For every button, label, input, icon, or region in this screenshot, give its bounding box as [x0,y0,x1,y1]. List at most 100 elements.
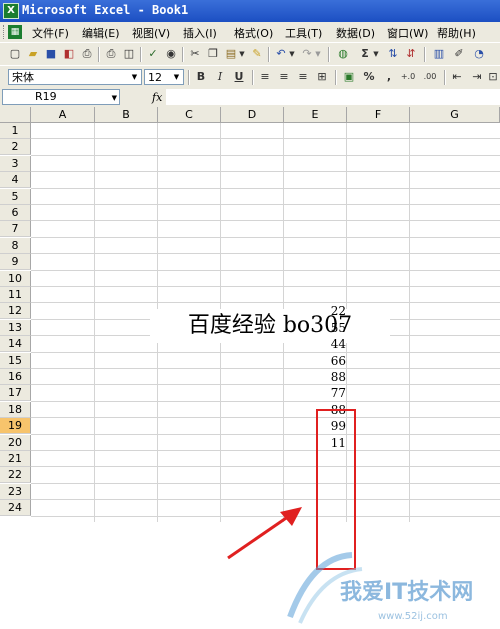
row-header[interactable]: 2 [0,139,31,156]
cell-value[interactable]: 66 [286,353,346,369]
row-header[interactable]: 6 [0,205,31,221]
row-header[interactable]: 7 [0,221,31,238]
row-header[interactable]: 21 [0,451,31,467]
cell-value[interactable]: 44 [286,336,346,352]
menu-tools[interactable]: 工具(T) [285,25,322,41]
row-header[interactable]: 19 [0,418,31,435]
column-header-g[interactable]: G [410,107,500,123]
menu-file[interactable]: 文件(F) [32,25,69,41]
row-header[interactable]: 12 [0,303,31,320]
paste-icon[interactable]: ▤ [224,47,238,61]
undo-dropdown-icon[interactable]: ▼ [288,47,296,61]
italic-button[interactable]: I [213,70,227,84]
menu-insert[interactable]: 插入(I) [183,25,217,41]
row-header[interactable]: 3 [0,155,31,172]
row-header[interactable]: 22 [0,467,31,484]
cell-value[interactable]: 22 [286,303,346,319]
format-painter-icon[interactable]: ✎ [250,47,264,61]
excel-icon[interactable]: X [3,3,19,19]
column-header-f[interactable]: F [347,107,410,123]
spelling-icon[interactable]: ✓ [146,47,160,61]
column-header-e[interactable]: E [284,107,347,123]
align-left-icon[interactable]: ≡ [258,70,272,84]
drawing-icon[interactable]: ✐ [452,47,466,61]
redo-icon[interactable]: ↷ [300,47,314,61]
sort-descending-icon[interactable]: ⇵ [404,47,418,61]
row-header[interactable]: 8 [0,237,31,254]
print-preview-icon[interactable]: ⎙ [104,47,118,61]
grip-handle[interactable] [3,25,7,39]
row-header[interactable]: 13 [0,319,31,336]
undo-icon[interactable]: ↶ [274,47,288,61]
name-box[interactable]: R19 ▼ [2,89,120,105]
chevron-down-icon[interactable]: ▼ [129,71,140,83]
formula-input[interactable] [166,89,500,105]
increase-indent-icon[interactable]: ⇥ [470,70,484,84]
percent-button[interactable]: % [362,70,376,84]
worksheet-grid[interactable]: ABCDEFG 1 2 3 4 5 6 7 8 9 10 11 12 13 14 15 16 17 18 19 20 2… [0,107,500,624]
merge-center-icon[interactable]: ⊞ [315,70,329,84]
underline-button[interactable]: U [232,70,246,84]
research-icon[interactable]: ◉ [164,47,178,61]
row-header[interactable]: 23 [0,483,31,500]
comma-button[interactable]: , [382,70,396,84]
row-header[interactable]: 5 [0,188,31,205]
row-header[interactable]: 24 [0,500,31,517]
menu-window[interactable]: 窗口(W) [387,25,428,41]
workbook-icon[interactable]: ▦ [8,25,22,39]
function-icon[interactable]: fx [152,91,162,104]
chevron-down-icon[interactable]: ▼ [171,71,182,83]
print-preview-zoom-icon[interactable]: ◫ [122,47,136,61]
print-icon[interactable]: ⎙ [80,47,94,61]
currency-icon[interactable]: ▣ [342,70,356,84]
redo-dropdown-icon[interactable]: ▼ [314,47,322,61]
menu-edit[interactable]: 编辑(E) [82,25,120,41]
row-header[interactable]: 20 [0,434,31,451]
copy-icon[interactable]: ❐ [206,47,220,61]
row-header[interactable]: 11 [0,287,31,303]
menu-help[interactable]: 帮助(H) [437,25,476,41]
cut-icon[interactable]: ✂ [188,47,202,61]
cell-value[interactable]: 55 [286,320,346,336]
row-header[interactable]: 17 [0,385,31,402]
permission-icon[interactable]: ◧ [62,47,76,61]
column-header-b[interactable]: B [95,107,158,123]
chevron-down-icon[interactable]: ▼ [112,91,117,105]
new-icon[interactable]: ▢ [8,47,22,61]
row-header[interactable]: 16 [0,369,31,385]
menu-format[interactable]: 格式(O) [234,25,273,41]
align-right-icon[interactable]: ≡ [296,70,310,84]
row-header[interactable]: 14 [0,336,31,353]
row-header[interactable]: 18 [0,401,31,418]
select-all-button[interactable] [0,107,31,123]
sort-ascending-icon[interactable]: ⇅ [386,47,400,61]
font-size-select[interactable]: 12 ▼ [144,69,184,85]
cell-value[interactable]: 77 [286,385,346,401]
increase-decimal-button[interactable]: +.0 [398,70,418,84]
cell-value[interactable]: 88 [286,369,346,385]
hyperlink-icon[interactable]: ◍ [336,47,350,61]
autosum-dropdown-icon[interactable]: ▼ [372,47,380,61]
decrease-decimal-button[interactable]: .00 [420,70,440,84]
save-icon[interactable]: ■ [44,47,58,61]
autosum-icon[interactable]: Σ [358,47,372,61]
menu-data[interactable]: 数据(D) [336,25,375,41]
align-center-icon[interactable]: ≡ [277,70,291,84]
row-header[interactable]: 15 [0,352,31,369]
open-icon[interactable]: ▰ [26,47,40,61]
borders-icon[interactable]: ⊡ [486,70,500,84]
font-name-select[interactable]: 宋体 ▼ [8,69,142,85]
paste-dropdown-icon[interactable]: ▼ [238,47,246,61]
chart-wizard-icon[interactable]: ▥ [432,47,446,61]
row-header[interactable]: 1 [0,123,31,139]
decrease-indent-icon[interactable]: ⇤ [450,70,464,84]
row-header[interactable]: 9 [0,254,31,271]
bold-button[interactable]: B [194,70,208,84]
column-header-c[interactable]: C [158,107,221,123]
row-header[interactable]: 4 [0,172,31,189]
column-header-a[interactable]: A [31,107,95,123]
zoom-icon[interactable]: ◔ [472,47,486,61]
menu-view[interactable]: 视图(V) [132,25,170,41]
column-header-d[interactable]: D [221,107,284,123]
row-header[interactable]: 10 [0,270,31,287]
